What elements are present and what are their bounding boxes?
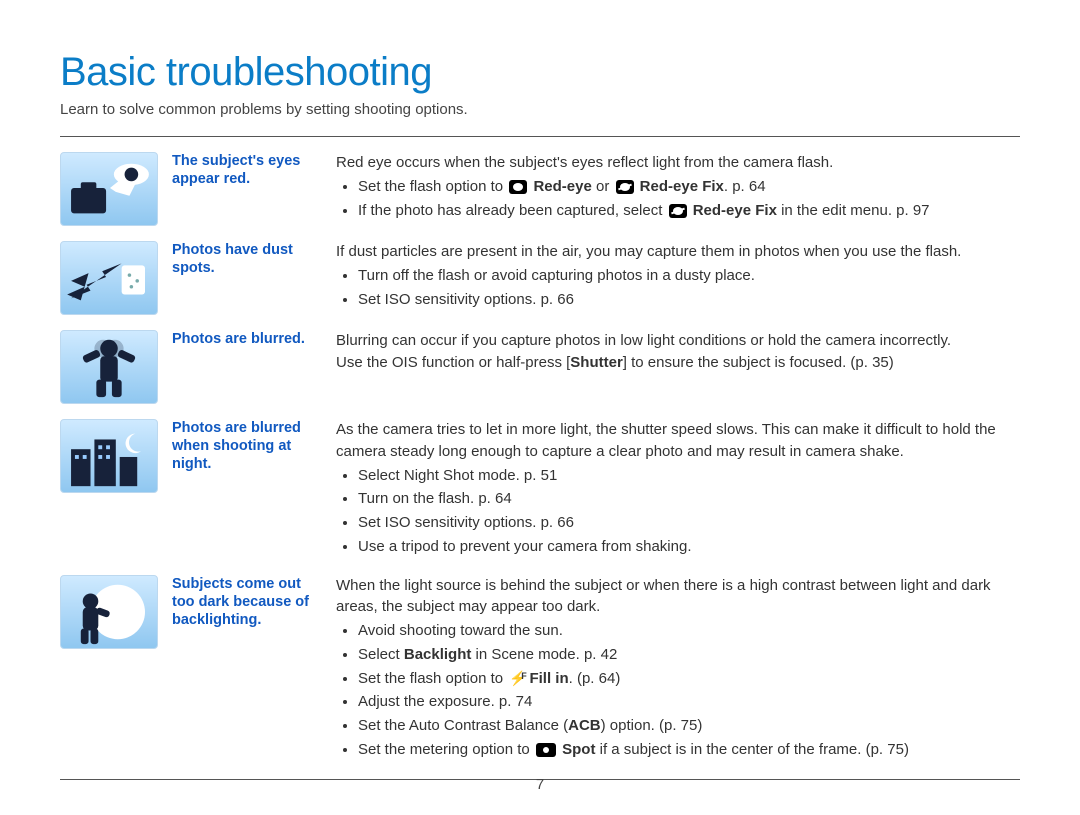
row-intro: Red eye occurs when the subject's eyes r…: [336, 152, 1020, 174]
text-bold: Shutter: [570, 354, 623, 371]
bullet: Set the flash option to Red-eye or Red-e…: [358, 176, 1020, 198]
page-title: Basic troubleshooting: [60, 50, 1020, 95]
thumb-red-eye: [60, 152, 158, 226]
trouble-row: Photos have dust spots. If dust particle…: [60, 236, 1020, 325]
page-number: 7: [0, 776, 1080, 793]
trouble-row: Photos are blurred when shooting at nigh…: [60, 414, 1020, 570]
row-desc: As the camera tries to let in more light…: [336, 419, 1020, 560]
text: ] to ensure the subject is focused. (p. …: [623, 354, 894, 371]
bullet: Set the metering option to Spot if a sub…: [358, 739, 1020, 761]
bullet: Turn off the flash or avoid capturing ph…: [358, 265, 1020, 287]
row-label: Photos have dust spots.: [172, 241, 322, 277]
text: Select: [358, 646, 404, 663]
row-intro-b: Use the OIS function or half-press [Shut…: [336, 352, 1020, 374]
red-eye-icon: [509, 180, 527, 194]
row-label: The subject's eyes appear red.: [172, 152, 322, 188]
text-bold: Red-eye Fix: [693, 202, 777, 219]
thumb-backlight: [60, 575, 158, 649]
thumb-blurred: [60, 330, 158, 404]
text: Set the flash option to: [358, 670, 507, 687]
page-subtitle: Learn to solve common problems by settin…: [60, 101, 1020, 118]
bullet: Select Backlight in Scene mode. p. 42: [358, 644, 1020, 666]
red-eye-fix-icon: [616, 180, 634, 194]
text: in Scene mode. p. 42: [471, 646, 617, 663]
trouble-row: Photos are blurred. Blurring can occur i…: [60, 325, 1020, 414]
red-eye-fix-icon: [669, 204, 687, 218]
row-desc: If dust particles are present in the air…: [336, 241, 1020, 312]
bullet: Adjust the exposure. p. 74: [358, 691, 1020, 713]
spot-metering-icon: [536, 743, 556, 757]
row-intro: If dust particles are present in the air…: [336, 241, 1020, 263]
bullet: Set ISO sensitivity options. p. 66: [358, 512, 1020, 534]
text: ) option. (p. 75): [601, 717, 703, 734]
text-bold: Fill in: [529, 670, 568, 687]
text-bold: ACB: [568, 717, 601, 734]
thumb-dust: [60, 241, 158, 315]
text: if a subject is in the center of the fra…: [595, 741, 908, 758]
text: Set the metering option to: [358, 741, 534, 758]
text: Set the Auto Contrast Balance (: [358, 717, 568, 734]
row-label: Photos are blurred.: [172, 330, 322, 348]
bullet: Select Night Shot mode. p. 51: [358, 465, 1020, 487]
bullet: Set ISO sensitivity options. p. 66: [358, 289, 1020, 311]
trouble-row: The subject's eyes appear red. Red eye o…: [60, 147, 1020, 236]
text: Use the OIS function or half-press [: [336, 354, 570, 371]
top-rule: [60, 136, 1020, 137]
text: or: [592, 178, 614, 195]
flash-fill-icon: [509, 671, 523, 687]
trouble-row: Subjects come out too dark because of ba…: [60, 570, 1020, 773]
bullet: Set the Auto Contrast Balance (ACB) opti…: [358, 715, 1020, 737]
bullet: Avoid shooting toward the sun.: [358, 620, 1020, 642]
row-intro: When the light source is behind the subj…: [336, 575, 1020, 619]
bullet: Use a tripod to prevent your camera from…: [358, 536, 1020, 558]
text-bold: Red-eye Fix: [640, 178, 724, 195]
bullet: Set the flash option to Fill in. (p. 64): [358, 668, 1020, 690]
text: . (p. 64): [569, 670, 621, 687]
bullet: If the photo has already been captured, …: [358, 200, 1020, 222]
bullet: Turn on the flash. p. 64: [358, 488, 1020, 510]
text: . p. 64: [724, 178, 766, 195]
row-label: Subjects come out too dark because of ba…: [172, 575, 322, 629]
row-intro: As the camera tries to let in more light…: [336, 419, 1020, 463]
text-bold: Spot: [562, 741, 595, 758]
row-label: Photos are blurred when shooting at nigh…: [172, 419, 322, 473]
row-intro-a: Blurring can occur if you capture photos…: [336, 330, 1020, 352]
text: If the photo has already been captured, …: [358, 202, 667, 219]
thumb-night: [60, 419, 158, 493]
row-desc: When the light source is behind the subj…: [336, 575, 1020, 763]
row-desc: Red eye occurs when the subject's eyes r…: [336, 152, 1020, 223]
text-bold: Red-eye: [533, 178, 591, 195]
text: Set the flash option to: [358, 178, 507, 195]
row-desc: Blurring can occur if you capture photos…: [336, 330, 1020, 374]
text: in the edit menu. p. 97: [777, 202, 930, 219]
text-bold: Backlight: [404, 646, 472, 663]
